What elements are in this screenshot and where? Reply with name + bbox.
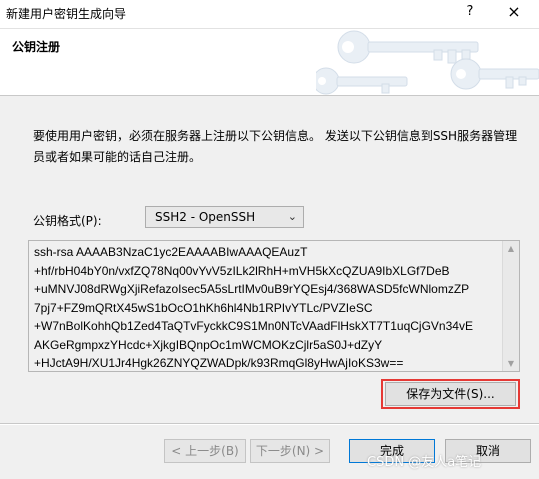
public-key-textarea[interactable]: ssh-rsa AAAAB3NzaC1yc2EAAAABIwAAAQEAuzT … (28, 240, 520, 372)
vertical-scrollbar[interactable]: ▲ ▼ (502, 241, 519, 371)
next-button[interactable]: 下一步(N) > (250, 439, 330, 463)
public-key-line: +HJctA9H/XU1Jr4Hgk26ZNYQZWADpk/k93RmqGl8… (34, 356, 404, 370)
instruction-text: 要使用用户密钥，必须在服务器上注册以下公钥信息。 发送以下公钥信息到SSH服务器… (33, 129, 518, 164)
public-key-line: ssh-rsa AAAAB3NzaC1yc2EAAAABIwAAAQEAuzT (34, 245, 308, 259)
format-select[interactable]: SSH2 - OpenSSH ⌄ (145, 206, 304, 228)
footer-divider (0, 423, 539, 425)
public-key-line: 7pj7+FZ9mQRtX45wS1bOcO1hKh6hl4Nb1RPIvYTL… (34, 300, 373, 315)
save-to-file-button[interactable]: 保存为文件(S)... (385, 382, 516, 406)
public-key-line: +W7nBolKohhQb1Zed4TaQTvFyckkC9S1Mn0NTcVA… (34, 319, 473, 333)
format-label: 公钥格式(P): (33, 214, 102, 228)
wizard-header: 公钥注册 (0, 29, 539, 96)
save-button-highlight: 保存为文件(S)... (381, 379, 520, 409)
scroll-down-arrow-icon[interactable]: ▼ (503, 359, 519, 368)
back-button[interactable]: < 上一步(B) (164, 439, 246, 463)
scroll-up-arrow-icon[interactable]: ▲ (503, 244, 519, 253)
help-button[interactable]: ? (463, 4, 477, 19)
watermark-text: CSDN @友人a笔记 (367, 455, 482, 470)
page-heading: 公钥注册 (12, 40, 61, 54)
chevron-down-icon: ⌄ (287, 210, 297, 223)
public-key-line: +uMNVJ08dRWgXjiRefazoIsec5A5sLrtIMv0uB9r… (34, 282, 470, 296)
close-button[interactable]: × (505, 3, 523, 21)
keys-banner-icon (316, 30, 539, 95)
public-key-line: AKGeRgmpxzYHcdc+XjkgIBQnpOc1mWCMOKzCjlr5… (34, 337, 383, 352)
public-key-line: +hf/rbH04bY0n/vxfZQ78Nq00vYvV5zILk2lRhH+… (34, 263, 450, 278)
format-select-value: SSH2 - OpenSSH (155, 210, 256, 224)
window-title: 新建用户密钥生成向导 (6, 7, 127, 21)
public-key-text: ssh-rsa AAAAB3NzaC1yc2EAAAABIwAAAQEAuzT … (34, 243, 502, 371)
title-bar: 新建用户密钥生成向导 ? × (0, 0, 539, 29)
